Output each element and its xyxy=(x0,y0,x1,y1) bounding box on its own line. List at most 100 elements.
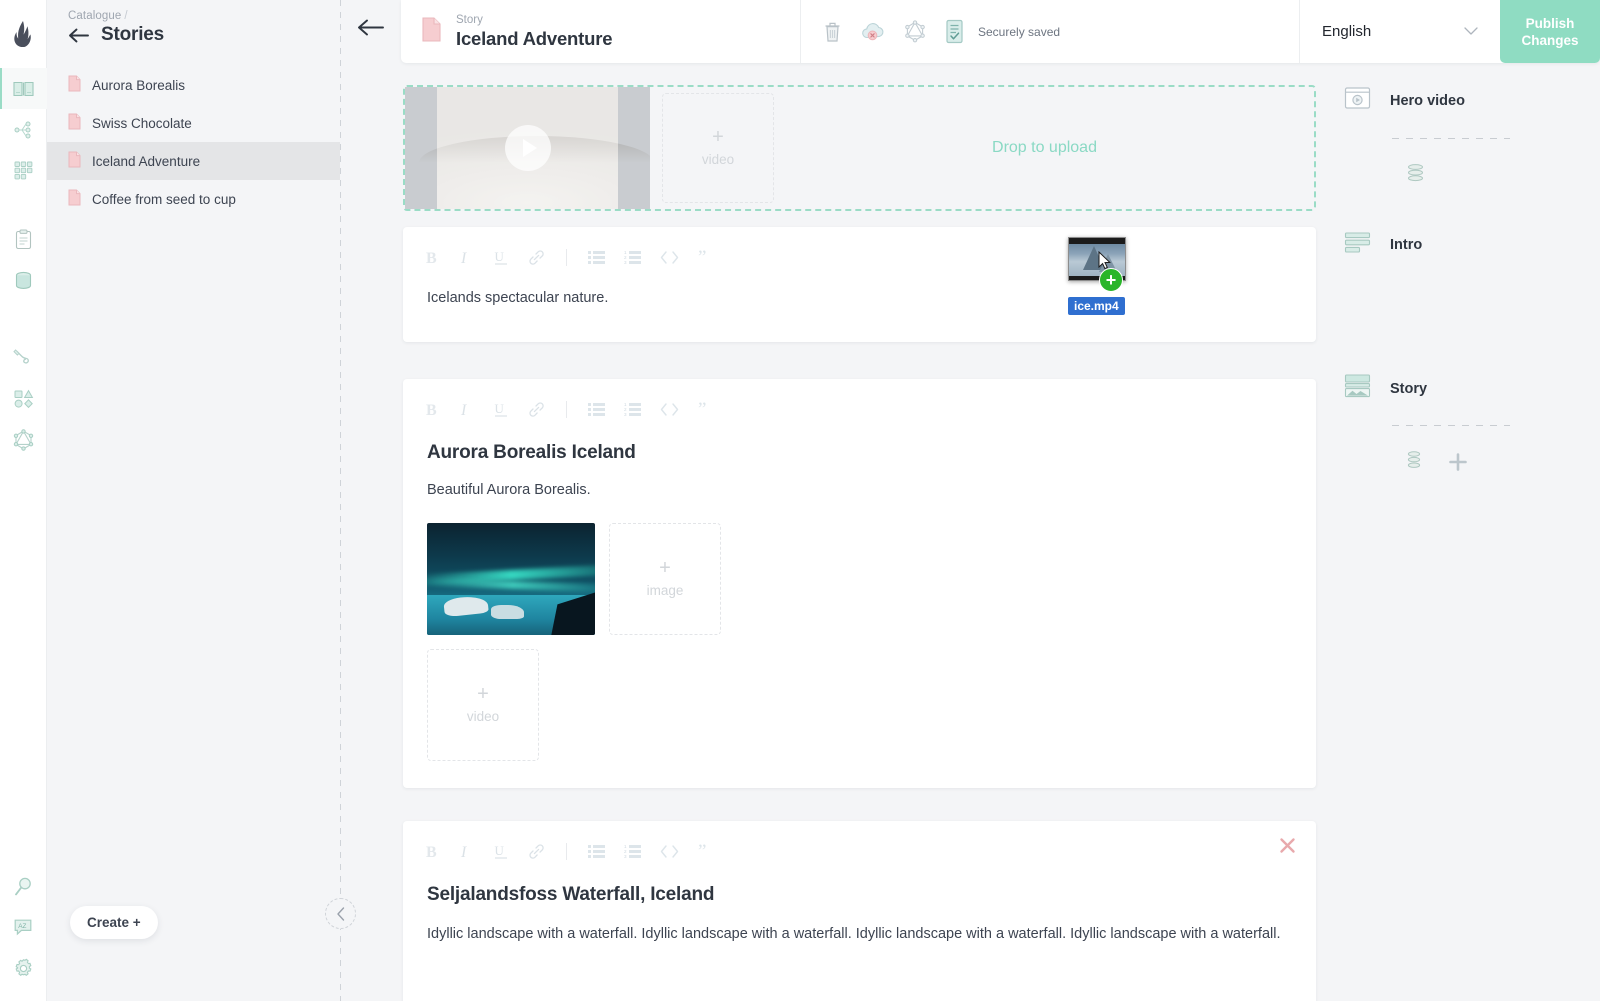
bulleted-list-button[interactable] xyxy=(588,844,605,859)
bulleted-list-button[interactable] xyxy=(588,250,605,265)
italic-button[interactable]: I xyxy=(459,249,474,266)
sidebar-item-webhooks[interactable] xyxy=(0,337,47,378)
link-button[interactable] xyxy=(528,843,545,860)
italic-button[interactable]: I xyxy=(459,401,474,418)
svg-text:I: I xyxy=(460,402,467,418)
story-drag-handle[interactable] xyxy=(1405,450,1423,475)
hero-video-thumbnail[interactable] xyxy=(405,87,650,209)
structure-item-story[interactable]: Story xyxy=(1344,373,1427,404)
publish-changes-button[interactable]: Publish Changes xyxy=(1500,0,1600,63)
clipboard-icon xyxy=(15,229,31,250)
underline-button[interactable]: U xyxy=(493,249,509,266)
underline-icon: U xyxy=(495,843,507,859)
aurora-paragraph[interactable]: Beautiful Aurora Borealis. xyxy=(427,479,1292,501)
localization-button[interactable]: AZ xyxy=(0,907,47,948)
numbered-list-button[interactable]: 123 xyxy=(624,250,641,265)
sidebar-item-content[interactable] xyxy=(0,68,47,109)
code-button[interactable] xyxy=(660,403,679,416)
document-header-card: Story Iceland Adventure Securely saved E… xyxy=(401,0,1600,63)
app-logo[interactable] xyxy=(0,0,46,68)
list-item[interactable]: Coffee from seed to cup xyxy=(47,180,340,218)
list-item[interactable]: Aurora Borealis xyxy=(47,66,340,104)
bold-button[interactable]: B xyxy=(425,249,440,266)
aurora-media-row: + image xyxy=(427,523,1292,635)
drag-file-label: ice.mp4 xyxy=(1068,297,1125,315)
list-item-label: Coffee from seed to cup xyxy=(92,191,236,207)
link-button[interactable] xyxy=(528,401,545,418)
sidebar-item-api-playground[interactable] xyxy=(0,419,47,460)
sidebar-item-schema[interactable] xyxy=(0,109,47,150)
structure-item-intro[interactable]: Intro xyxy=(1344,230,1422,260)
waterfall-heading[interactable]: Seljalandsfoss Waterfall, Iceland xyxy=(427,884,1292,906)
graphql-query-button[interactable] xyxy=(904,20,926,43)
add-block-button[interactable] xyxy=(1449,453,1467,476)
quote-button[interactable]: ” xyxy=(698,844,715,859)
bulleted-list-button[interactable] xyxy=(588,402,605,417)
create-button[interactable]: Create + xyxy=(70,906,158,939)
list-item-label: Aurora Borealis xyxy=(92,77,186,93)
aurora-video-row: + video xyxy=(427,649,1292,761)
search-button[interactable] xyxy=(0,866,47,907)
waterfall-paragraph[interactable]: Idyllic landscape with a waterfall. Idyl… xyxy=(427,922,1292,946)
hero-video-icon xyxy=(1344,86,1371,116)
aurora-heading[interactable]: Aurora Borealis Iceland xyxy=(427,442,1292,464)
quote-icon: ” xyxy=(698,402,706,417)
structure-panel: Hero video Intro Story xyxy=(1336,68,1600,1001)
drop-to-upload-text: Drop to upload xyxy=(992,139,1097,156)
code-button[interactable] xyxy=(660,251,679,264)
document-title: Iceland Adventure xyxy=(456,28,613,49)
intro-paragraph[interactable]: Icelands spectacular nature. xyxy=(427,287,1292,309)
structure-item-hero-video[interactable]: Hero video xyxy=(1344,86,1465,116)
hero-video-drag-handle[interactable] xyxy=(1405,163,1426,188)
underline-button[interactable]: U xyxy=(493,843,509,860)
hero-video-dropzone[interactable]: + video Drop to upload xyxy=(403,85,1316,211)
italic-button[interactable]: I xyxy=(459,843,474,860)
graphql-icon xyxy=(13,428,33,451)
list-item-selected[interactable]: Iceland Adventure xyxy=(47,142,340,180)
underline-button[interactable]: U xyxy=(493,401,509,418)
code-button[interactable] xyxy=(660,845,679,858)
link-button[interactable] xyxy=(528,249,545,266)
editor-back-button[interactable] xyxy=(357,19,384,41)
add-video-slot[interactable]: + video xyxy=(662,93,774,203)
document-kicker: Story xyxy=(456,14,483,26)
svg-text:B: B xyxy=(426,844,437,860)
arrow-left-icon xyxy=(358,19,384,36)
drag-handle-icon xyxy=(1408,164,1423,182)
text-block-icon xyxy=(1344,230,1371,260)
list-item-label: Swiss Chocolate xyxy=(92,115,192,131)
unpublish-button[interactable] xyxy=(861,21,885,42)
bold-icon: B xyxy=(426,250,437,266)
italic-icon: I xyxy=(460,250,467,266)
numbered-list-button[interactable]: 123 xyxy=(624,844,641,859)
sidebar-item-forms[interactable] xyxy=(0,219,47,260)
add-video-slot[interactable]: + video xyxy=(427,649,539,761)
settings-button[interactable] xyxy=(0,948,47,989)
add-image-slot[interactable]: + image xyxy=(609,523,721,635)
bold-button[interactable]: B xyxy=(425,843,440,860)
save-status-text: Securely saved xyxy=(978,24,1061,39)
bold-button[interactable]: B xyxy=(425,401,440,418)
breadcrumb-label[interactable]: Catalogue xyxy=(68,10,121,22)
list-item[interactable]: Swiss Chocolate xyxy=(47,104,340,142)
saved-document-icon xyxy=(946,19,963,44)
sidebar-item-apps[interactable] xyxy=(0,150,47,191)
format-toolbar: B I U 1 2 3 ” xyxy=(403,821,1316,860)
quote-button[interactable]: ” xyxy=(698,402,715,417)
sidebar-item-components[interactable] xyxy=(0,378,47,419)
language-select[interactable]: English xyxy=(1300,0,1500,63)
numbered-list-button[interactable]: 123 xyxy=(624,402,641,417)
save-status-icon-button[interactable] xyxy=(945,19,965,44)
play-button[interactable] xyxy=(504,125,551,171)
delete-button[interactable] xyxy=(823,21,842,43)
gear-icon xyxy=(15,958,31,977)
content-block-aurora: B I U 1 2 3 ” Aurora Borealis Iceland Be… xyxy=(403,379,1316,788)
aurora-image[interactable] xyxy=(427,523,595,635)
sidebar-back-button[interactable] xyxy=(68,28,89,43)
shapes-icon xyxy=(14,389,33,408)
sidebar-item-assets[interactable] xyxy=(0,260,47,301)
remove-block-button[interactable] xyxy=(1279,837,1296,859)
quote-button[interactable]: ” xyxy=(698,250,715,265)
svg-text:”: ” xyxy=(698,844,706,859)
drag-handle-icon xyxy=(1407,451,1421,468)
